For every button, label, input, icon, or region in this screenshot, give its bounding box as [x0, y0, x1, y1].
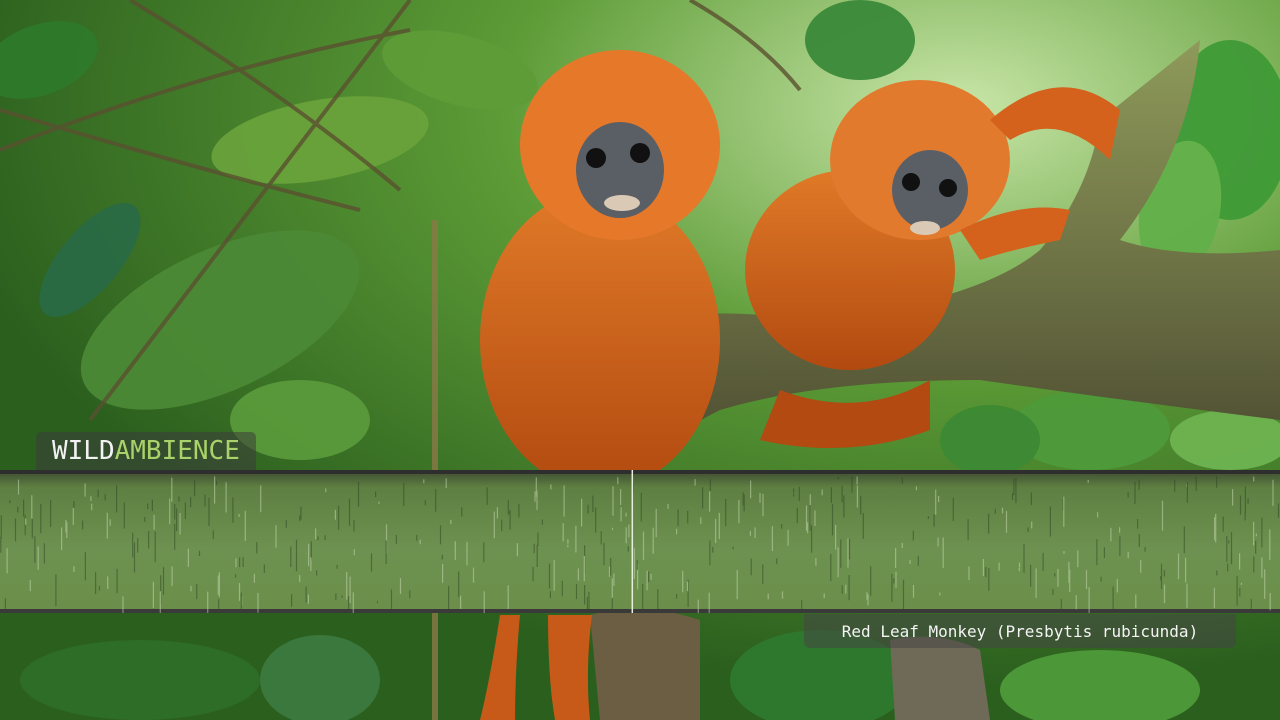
brand-name-part1: WILD [52, 436, 115, 466]
brand-name-part2: AMBIENCE [114, 436, 240, 466]
species-caption: Red Leaf Monkey (Presbytis rubicunda) [804, 614, 1236, 648]
brand-logo: WILD AMBIENCE [36, 432, 256, 470]
species-label: Red Leaf Monkey (Presbytis rubicunda) [841, 621, 1199, 641]
audio-spectrogram[interactable] [0, 470, 1280, 613]
